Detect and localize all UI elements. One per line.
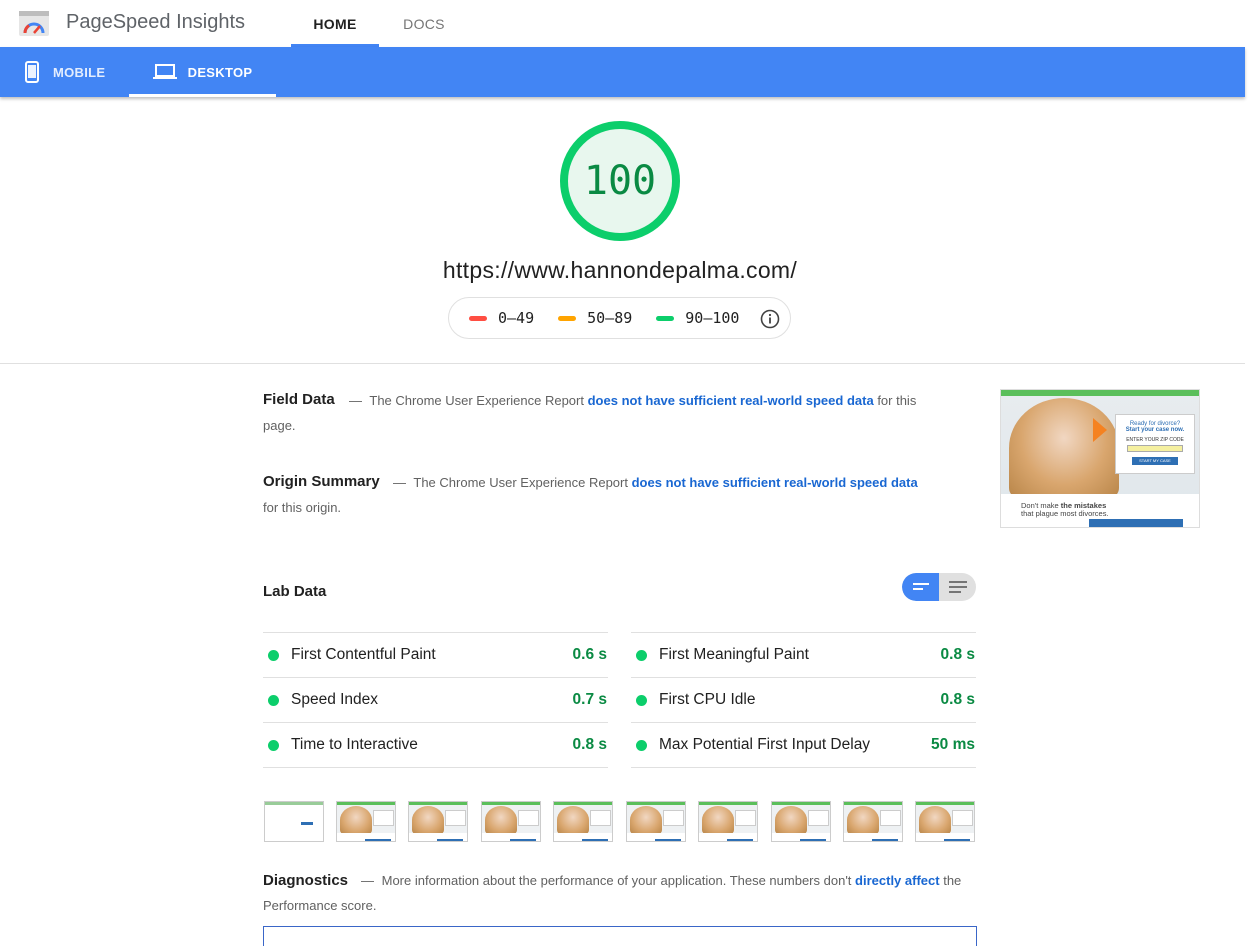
metric-value: 0.6 s bbox=[572, 646, 607, 663]
score-legend: 0–49 50–89 90–100 bbox=[448, 297, 791, 339]
analyzed-url: https://www.hannondepalma.com/ bbox=[442, 257, 798, 283]
origin-summary-prefix: The Chrome User Experience Report bbox=[413, 475, 628, 490]
tab-home[interactable]: HOME bbox=[291, 0, 379, 47]
filmstrip-frame bbox=[336, 801, 396, 842]
metric-name: First Meaningful Paint bbox=[659, 646, 809, 663]
screenshot-top-strip bbox=[1001, 390, 1199, 396]
lab-data-title: Lab Data bbox=[263, 583, 327, 600]
origin-summary-link[interactable]: does not have sufficient real-world spee… bbox=[632, 475, 918, 490]
screenshot-photo bbox=[1009, 398, 1119, 498]
metric-name: Time to Interactive bbox=[291, 736, 418, 753]
metric-value: 50 ms bbox=[931, 736, 975, 753]
diagnostics-list-box bbox=[263, 926, 977, 946]
metric-value: 0.8 s bbox=[940, 646, 975, 663]
screenshot-bottom-banner bbox=[1089, 519, 1183, 527]
field-data-dash: — bbox=[349, 393, 362, 408]
tab-desktop-label: DESKTOP bbox=[187, 64, 253, 80]
diagnostics-description: — More information about the performance… bbox=[263, 868, 963, 918]
metric-row: Max Potential First Input Delay 50 ms bbox=[631, 723, 976, 768]
tab-docs[interactable]: DOCS bbox=[392, 0, 456, 47]
legend-item-fail: 0–49 bbox=[469, 309, 534, 327]
legend-orange-bar bbox=[558, 315, 577, 321]
metric-value: 0.8 s bbox=[572, 736, 607, 753]
lab-data-view-toggle[interactable] bbox=[902, 573, 976, 601]
pass-dot-icon bbox=[268, 694, 279, 706]
screenshot-form-card: Ready for divorce? Start your case now. … bbox=[1115, 414, 1195, 474]
screenshot-card-field-label: ENTER YOUR ZIP CODE bbox=[1126, 437, 1184, 443]
legend-item-pass: 90–100 bbox=[656, 309, 739, 327]
metric-row: Speed Index 0.7 s bbox=[263, 678, 608, 723]
pass-dot-icon bbox=[268, 649, 279, 661]
metric-row: First Meaningful Paint 0.8 s bbox=[631, 633, 976, 678]
field-data-link[interactable]: does not have sufficient real-world spee… bbox=[588, 393, 874, 408]
pass-dot-icon bbox=[636, 649, 647, 661]
filmstrip-frame bbox=[698, 801, 758, 842]
diagnostics-link[interactable]: directly affect bbox=[855, 873, 940, 888]
legend-range-label: 50–89 bbox=[587, 309, 633, 327]
section-divider bbox=[0, 363, 1245, 364]
screenshot-card-button: START MY CASE bbox=[1132, 457, 1178, 465]
top-bar: PageSpeed Insights HOME DOCS bbox=[0, 0, 1245, 47]
metric-name: Speed Index bbox=[291, 691, 379, 708]
brand-name[interactable]: PageSpeed Insights bbox=[66, 11, 245, 34]
performance-score: 100 bbox=[583, 158, 657, 204]
metric-name: Max Potential First Input Delay bbox=[659, 736, 871, 753]
legend-item-average: 50–89 bbox=[558, 309, 632, 327]
diagnostics-dash: — bbox=[361, 873, 374, 888]
lab-metrics-right: First Meaningful Paint 0.8 s First CPU I… bbox=[631, 632, 976, 768]
filmstrip-frame bbox=[408, 801, 468, 842]
filmstrip-frame bbox=[915, 801, 975, 842]
screenshot-card-line2: Start your case now. bbox=[1125, 427, 1185, 433]
tab-mobile[interactable]: MOBILE bbox=[22, 47, 105, 97]
field-data-description: — The Chrome User Experience Report does… bbox=[263, 388, 923, 438]
expanded-view-icon[interactable] bbox=[939, 573, 976, 601]
compact-view-button[interactable] bbox=[902, 573, 939, 601]
filmstrip-frame bbox=[553, 801, 613, 842]
compact-view-icon bbox=[913, 583, 929, 590]
screenshot-card-field bbox=[1127, 445, 1183, 452]
final-screenshot: Ready for divorce? Start your case now. … bbox=[1000, 389, 1200, 528]
tab-desktop[interactable]: DESKTOP bbox=[129, 47, 276, 97]
filmstrip-frame bbox=[843, 801, 903, 842]
filmstrip-frame bbox=[771, 801, 831, 842]
phone-icon bbox=[25, 61, 39, 83]
pass-dot-icon bbox=[636, 694, 647, 706]
pass-dot-icon bbox=[636, 739, 647, 751]
pass-dot-icon bbox=[268, 739, 279, 751]
legend-green-bar bbox=[656, 315, 675, 321]
metric-value: 0.7 s bbox=[572, 691, 607, 708]
diagnostics-prefix: More information about the performance o… bbox=[381, 873, 852, 888]
arrow-icon bbox=[1093, 418, 1107, 442]
legend-red-bar bbox=[469, 315, 487, 321]
metric-value: 0.8 s bbox=[940, 691, 975, 708]
metric-row: Time to Interactive 0.8 s bbox=[263, 723, 608, 768]
metric-name: First CPU Idle bbox=[659, 691, 756, 708]
tab-mobile-label: MOBILE bbox=[53, 64, 106, 80]
filmstrip-frame bbox=[481, 801, 541, 842]
pagespeed-logo-icon[interactable] bbox=[19, 11, 49, 36]
device-tabs-bar: MOBILE DESKTOP bbox=[0, 47, 1245, 97]
metric-name: First Contentful Paint bbox=[291, 646, 436, 663]
laptop-icon bbox=[152, 64, 177, 79]
lab-metrics-left: First Contentful Paint 0.6 s Speed Index… bbox=[263, 632, 608, 768]
screenshot-caption-c: that plague most divorces. bbox=[1021, 509, 1109, 518]
legend-range-label: 0–49 bbox=[498, 309, 535, 327]
info-icon[interactable] bbox=[760, 309, 780, 329]
filmstrip-frame bbox=[264, 801, 324, 842]
metric-row: First Contentful Paint 0.6 s bbox=[263, 633, 608, 678]
field-data-prefix: The Chrome User Experience Report bbox=[369, 393, 584, 408]
origin-summary-description: — The Chrome User Experience Report does… bbox=[263, 470, 923, 520]
origin-summary-dash: — bbox=[393, 475, 406, 490]
legend-range-label: 90–100 bbox=[685, 309, 740, 327]
origin-summary-suffix: for this origin. bbox=[263, 500, 342, 515]
screenshot-caption: Don't make the mistakes that plague most… bbox=[1021, 502, 1109, 518]
filmstrip-frame bbox=[626, 801, 686, 842]
metric-row: First CPU Idle 0.8 s bbox=[631, 678, 976, 723]
